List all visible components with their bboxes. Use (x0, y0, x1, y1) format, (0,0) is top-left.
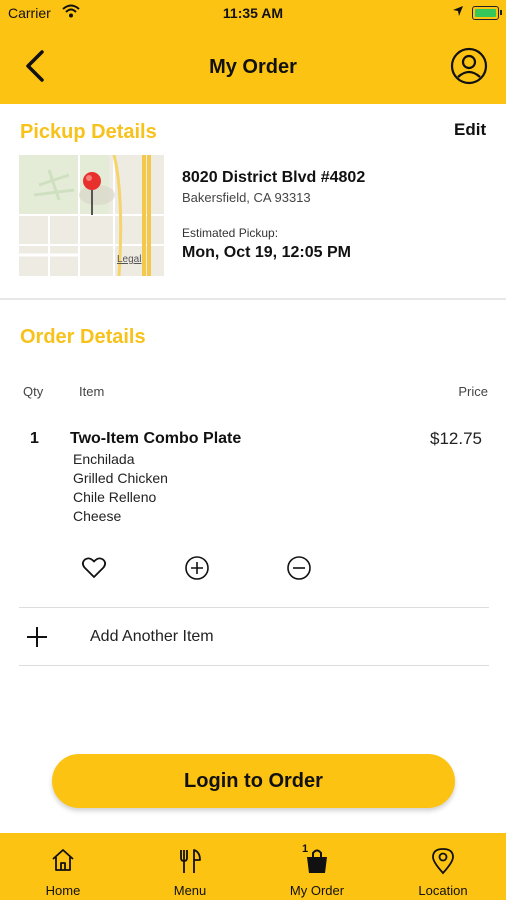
tab-bar: Home Menu My Order Location (0, 833, 506, 900)
column-header-item: Item (79, 384, 105, 399)
plus-icon (27, 627, 47, 647)
item-name: Two-Item Combo Plate (70, 430, 242, 447)
status-time: 11:35 AM (222, 5, 284, 21)
tab-my-order[interactable]: My Order (254, 833, 380, 900)
tab-label: Menu (173, 883, 207, 898)
divider (19, 665, 489, 666)
header: Carrier 11:35 AM My Order (0, 0, 506, 104)
location-pin-icon (432, 848, 454, 875)
app-screen: Carrier 11:35 AM My Order Pickup Details… (0, 0, 506, 900)
modifier: Chile Relleno (73, 489, 157, 505)
plus-circle-icon[interactable] (184, 555, 210, 581)
modifier: Cheese (73, 508, 122, 524)
home-icon (52, 849, 74, 871)
tab-menu[interactable]: Menu (127, 833, 253, 900)
map-pin-icon (83, 172, 101, 215)
battery-icon (472, 6, 502, 20)
add-another-item-label: Add Another Item (90, 628, 214, 645)
minus-circle-icon[interactable] (286, 555, 312, 581)
modifier: Enchilada (73, 451, 135, 467)
map-legal-link[interactable]: Legal (117, 254, 141, 265)
item-price: $12.75 (430, 429, 482, 448)
heart-icon[interactable] (81, 555, 107, 581)
tab-label: Location (418, 883, 468, 898)
location-arrow-icon (453, 6, 463, 16)
column-header-qty: Qty (23, 384, 44, 399)
tab-label: Home (45, 883, 81, 898)
item-modifiers: Enchilada Grilled Chicken Chile Relleno … (73, 450, 168, 526)
login-to-order-button[interactable]: Login to Order (52, 754, 455, 808)
pickup-map[interactable]: Legal (19, 155, 164, 276)
column-header-price: Price (458, 384, 488, 399)
estimated-pickup-label: Estimated Pickup: (182, 226, 279, 240)
pickup-address-line2: Bakersfield, CA 93313 (182, 190, 311, 205)
order-count-badge: 1 (302, 843, 309, 855)
status-bar: Carrier 11:35 AM (0, 0, 506, 28)
modifier: Grilled Chicken (73, 470, 168, 486)
order-heading: Order Details (20, 326, 146, 348)
tab-label: My Order (289, 883, 345, 898)
estimated-pickup-value: Mon, Oct 19, 12:05 PM (182, 244, 351, 261)
pickup-address-line1: 8020 District Blvd #4802 (182, 169, 366, 186)
user-circle-icon[interactable] (450, 47, 488, 85)
edit-pickup-button[interactable]: Edit (454, 120, 486, 140)
fork-knife-icon (180, 849, 201, 873)
item-qty: 1 (30, 430, 39, 447)
divider (0, 298, 506, 300)
page-title: My Order (209, 56, 297, 78)
divider (19, 607, 489, 608)
tab-home[interactable]: Home (0, 833, 126, 900)
pickup-heading: Pickup Details (20, 121, 157, 143)
tab-location[interactable]: Location (380, 833, 506, 900)
